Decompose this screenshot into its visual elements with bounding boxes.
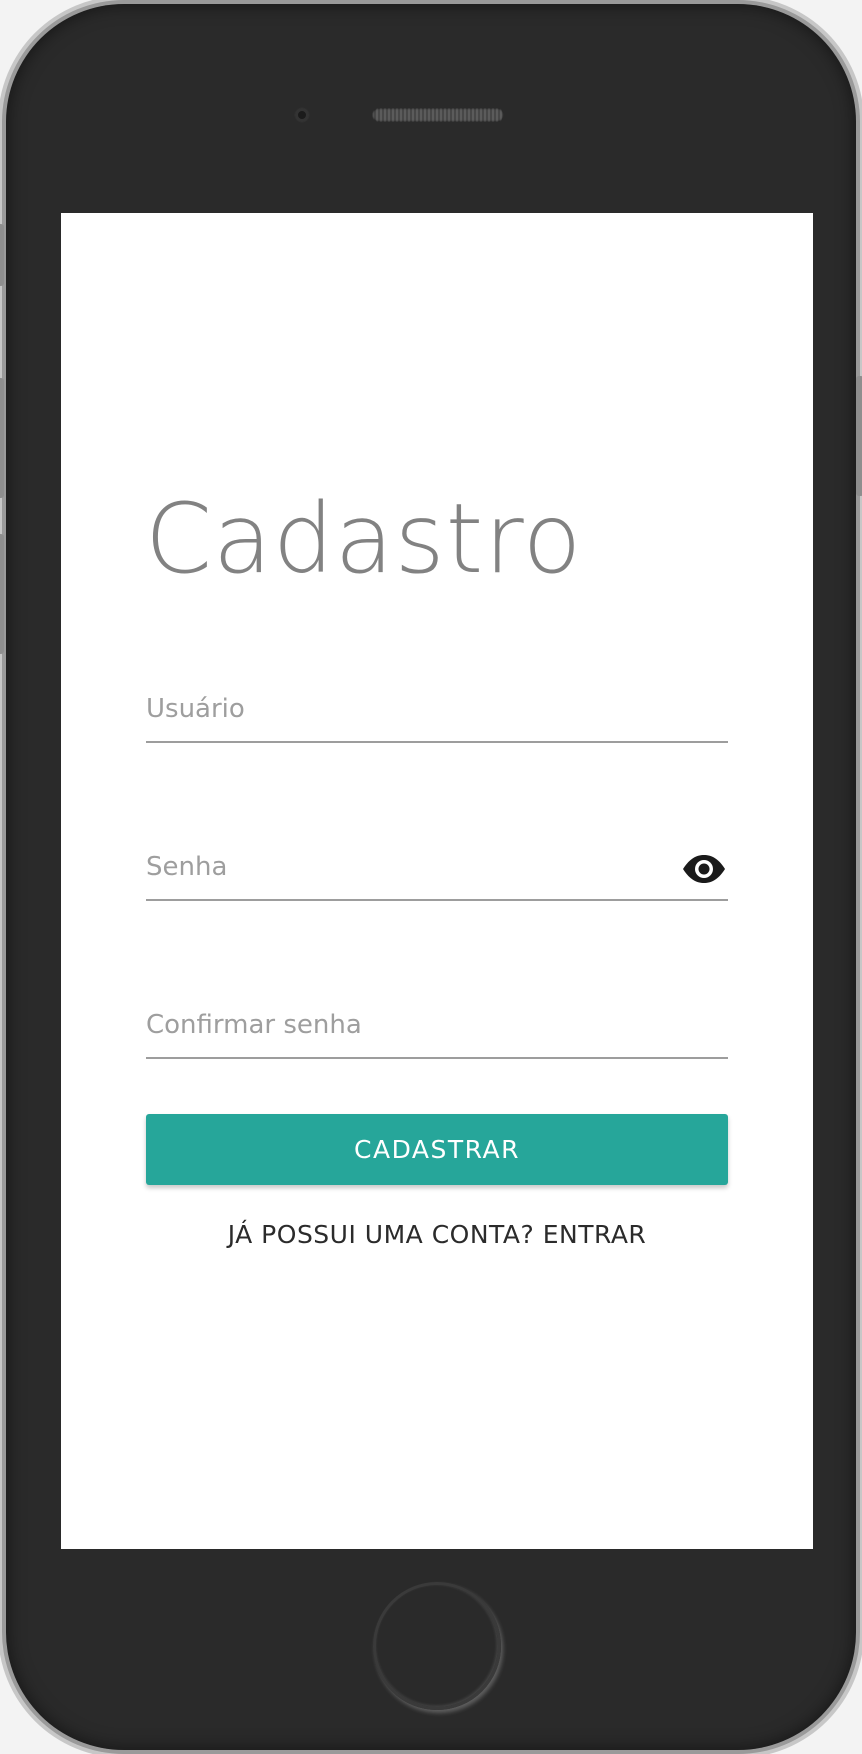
volume-down-button bbox=[0, 534, 4, 654]
confirm-password-input[interactable] bbox=[146, 1007, 728, 1057]
confirm-password-field[interactable]: Confirmar senha bbox=[146, 1007, 728, 1059]
password-field[interactable]: Senha bbox=[146, 849, 728, 901]
password-input[interactable] bbox=[146, 849, 728, 899]
username-input[interactable] bbox=[146, 691, 728, 741]
volume-up-button bbox=[0, 378, 4, 498]
phone-frame: Cadastro Usuário Senha Confirmar senha C… bbox=[0, 4, 862, 1750]
register-button[interactable]: CADASTRAR bbox=[146, 1114, 728, 1185]
power-button bbox=[856, 376, 862, 496]
app-screen: Cadastro Usuário Senha Confirmar senha C… bbox=[61, 213, 813, 1549]
home-button[interactable] bbox=[373, 1582, 501, 1710]
mute-switch bbox=[0, 224, 4, 286]
username-field[interactable]: Usuário bbox=[146, 691, 728, 743]
page-title: Cadastro bbox=[145, 483, 583, 595]
eye-icon[interactable] bbox=[680, 849, 728, 889]
front-camera bbox=[295, 108, 309, 122]
earpiece-speaker bbox=[372, 108, 504, 122]
login-link[interactable]: JÁ POSSUI UMA CONTA? ENTRAR bbox=[146, 1220, 728, 1249]
